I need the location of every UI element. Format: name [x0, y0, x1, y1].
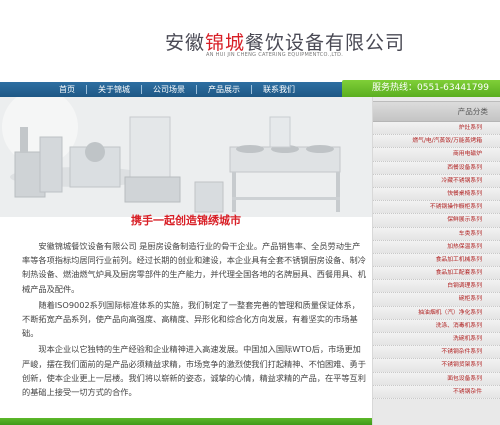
company-title-suffix: 餐饮设备有限公司 [245, 32, 406, 54]
category-label: 快餐桌椅系列 [447, 190, 482, 197]
main-content: 携手一起创造锦绣城市 安徽锦城餐饮设备有限公司 是厨房设备制造行业的骨干企业。产… [0, 97, 372, 425]
section-footer-bar [0, 418, 372, 425]
category-item[interactable]: 不锈钢杂件系列 [373, 346, 500, 360]
category-item[interactable]: 车类系列 [373, 227, 500, 241]
category-item[interactable]: 西餐设备系列 [373, 161, 500, 175]
nav-contact[interactable]: 联系我们 [252, 84, 306, 95]
category-item[interactable]: 不锈钢杂件 [373, 385, 500, 399]
category-label: 白钢调理系列 [447, 283, 482, 290]
category-item[interactable]: 洗涤、消毒机系列 [373, 319, 500, 333]
company-subtitle: AN HUI JIN CHENG CATERING EQUIPMENTCO.,L… [206, 52, 344, 58]
category-label: 商用电磁炉 [453, 151, 482, 158]
category-item[interactable]: 碗柜系列 [373, 293, 500, 307]
intro-paragraph: 随着ISO9002系列国际标准体系的实施，我们制定了一整套完善的管理和质量保证体… [22, 299, 360, 339]
category-item[interactable]: 食品加工配套系列 [373, 267, 500, 281]
page-header: 安徽锦城餐饮设备有限公司 AN HUI JIN CHENG CATERING E… [0, 0, 500, 82]
category-item[interactable]: 不锈钢操作橱柜系列 [373, 201, 500, 215]
category-label: 食品加工机械系列 [435, 256, 482, 263]
category-label: 洗涤、消毒机系列 [435, 322, 482, 329]
category-item[interactable]: 冷藏不锈钢系列 [373, 174, 500, 188]
category-item[interactable]: 保鲜展示系列 [373, 214, 500, 228]
category-label: 加热保温系列 [447, 243, 482, 250]
category-item[interactable]: 快餐桌椅系列 [373, 187, 500, 202]
category-item[interactable]: 加热保温系列 [373, 240, 500, 254]
sidebar-heading: 产品分类 [373, 101, 500, 122]
category-label: 炉灶系列 [458, 125, 482, 131]
category-label: 冷藏不锈钢系列 [441, 177, 482, 184]
slogan-heading: 携手一起创造锦绣城市 [131, 214, 241, 227]
category-item[interactable]: 抽油烟机（汽）净化系列 [373, 306, 500, 320]
nav-home[interactable]: 首页 [48, 84, 86, 95]
intro-paragraph: 现本企业以它独特的生产经验和企业精神进入高速发展。中国加入国际WTO后，市场更加… [22, 344, 366, 398]
category-label: 洗碗机系列 [453, 336, 482, 342]
category-item[interactable]: 商用电磁炉 [373, 148, 500, 162]
company-intro: 安徽锦城餐饮设备有限公司 是厨房设备制造行业的骨干企业。产品销售率、全员劳动生产… [22, 239, 367, 401]
product-category-sidebar: 产品分类 炉灶系列 燃气/电/汽蒸饭/万能蒸烤箱 商用电磁炉 西餐设备系列 冷藏… [372, 97, 500, 425]
kitchen-banner-image [0, 97, 372, 217]
category-label: 不锈钢操作橱柜系列 [429, 204, 482, 211]
category-label: 不锈钢杂件 [453, 388, 482, 395]
category-label: 保鲜展示系列 [447, 217, 482, 224]
category-label: 燃气/电/汽蒸饭/万能蒸烤箱 [412, 138, 482, 145]
category-item[interactable]: 食品加工机械系列 [373, 253, 500, 268]
nav-about[interactable]: 关于锦城 [87, 84, 141, 95]
category-item[interactable]: 白钢调理系列 [373, 280, 500, 294]
company-title: 安徽锦城餐饮设备有限公司 [165, 28, 405, 55]
nav-scenes[interactable]: 公司场景 [142, 84, 196, 95]
category-item[interactable]: 炉灶系列 [373, 122, 500, 136]
category-label: 面包设备系列 [447, 375, 482, 382]
kitchen-illustration [0, 97, 372, 217]
category-item[interactable]: 燃气/电/汽蒸饭/万能蒸烤箱 [373, 135, 500, 149]
category-label: 抽油烟机（汽）净化系列 [418, 309, 482, 316]
company-title-prefix: 安徽 [165, 32, 206, 54]
category-label: 不锈钢杂件系列 [441, 349, 482, 356]
category-item[interactable]: 洗碗机系列 [373, 333, 500, 347]
service-hotline: 服务热线：0551-63441799 [342, 80, 500, 97]
category-list: 炉灶系列 燃气/电/汽蒸饭/万能蒸烤箱 商用电磁炉 西餐设备系列 冷藏不锈钢系列… [373, 122, 500, 399]
category-label: 车类系列 [458, 230, 482, 237]
category-item[interactable]: 不锈钢货架系列 [373, 359, 500, 373]
category-label: 不锈钢货架系列 [441, 362, 482, 369]
category-label: 西餐设备系列 [447, 164, 482, 171]
category-label: 碗柜系列 [458, 296, 482, 303]
company-title-highlight: 锦城 [205, 32, 246, 54]
intro-paragraph: 安徽锦城餐饮设备有限公司 是厨房设备制造行业的骨干企业。产品销售率、全员劳动生产… [22, 241, 366, 294]
category-label: 食品加工配套系列 [435, 270, 482, 277]
category-item[interactable]: 面包设备系列 [373, 372, 500, 386]
nav-products[interactable]: 产品展示 [197, 84, 251, 95]
